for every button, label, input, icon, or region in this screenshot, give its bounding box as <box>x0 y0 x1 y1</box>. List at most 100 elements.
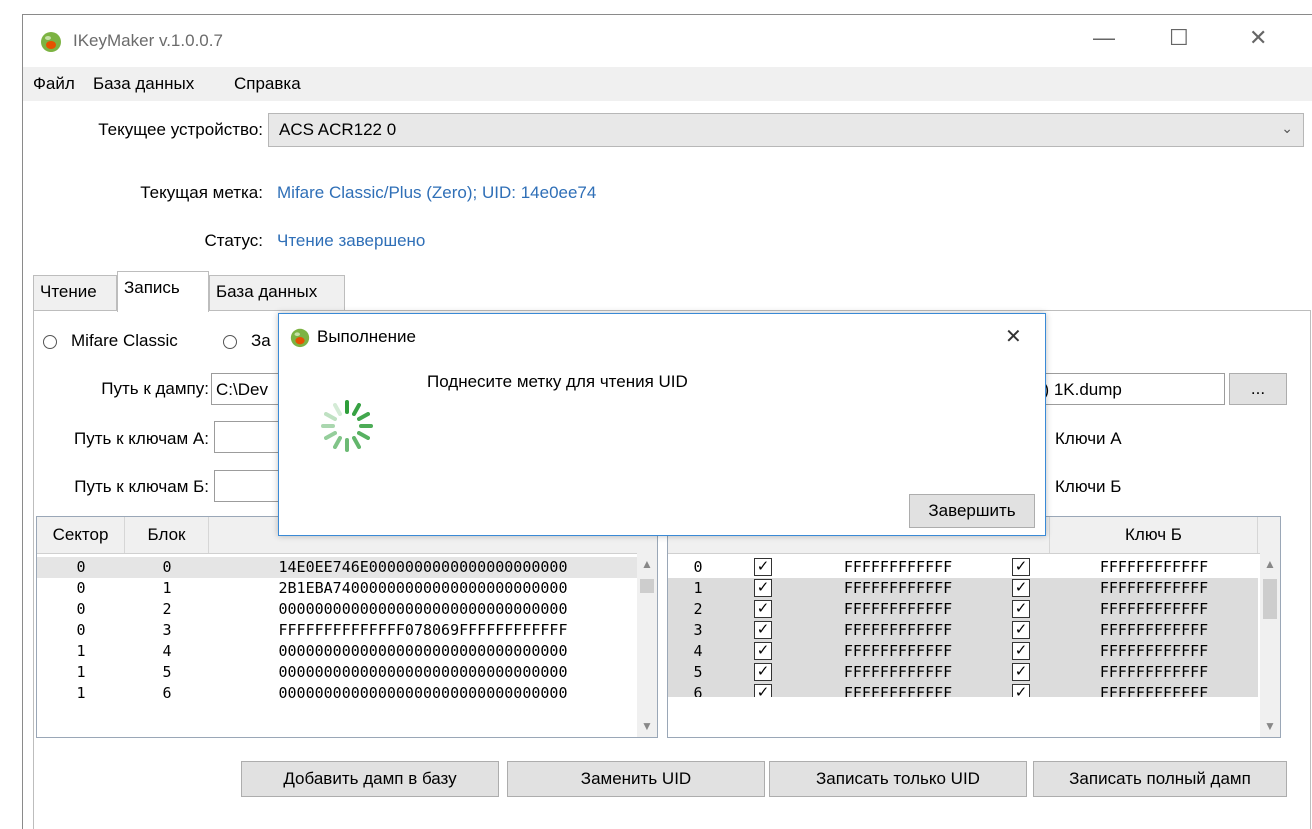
key-b-cell: FFFFFFFFFFFF <box>1099 558 1209 576</box>
keys-table-scrollbar[interactable]: ▲ ▼ <box>1260 553 1280 737</box>
sector-cell: 1 <box>76 663 86 681</box>
data-cell: 00000000000000000000000000000000 <box>278 684 568 702</box>
key-b-checkbox[interactable]: ✓ <box>1012 600 1030 618</box>
menu-file[interactable]: Файл <box>33 74 75 94</box>
replace-uid-button[interactable]: Заменить UID <box>507 761 765 797</box>
finish-button[interactable]: Завершить <box>909 494 1035 528</box>
table-row[interactable]: 0 ✓ FFFFFFFFFFFF ✓ FFFFFFFFFFFF <box>668 557 1258 578</box>
add-dump-to-db-button[interactable]: Добавить дамп в базу <box>241 761 499 797</box>
key-a-cell: FFFFFFFFFFFF <box>843 642 953 660</box>
dialog-logo-icon <box>290 328 310 348</box>
key-b-checkbox[interactable]: ✓ <box>1012 642 1030 660</box>
key-b-checkbox[interactable]: ✓ <box>1012 684 1030 697</box>
loading-spinner-icon <box>321 400 373 452</box>
title-bar[interactable]: IKeyMaker v.1.0.0.7 — ☐ ✕ <box>23 15 1312 67</box>
key-b-checkbox[interactable]: ✓ <box>1012 663 1030 681</box>
key-a-checkbox[interactable]: ✓ <box>754 642 772 660</box>
key-a-cell: FFFFFFFFFFFF <box>843 621 953 639</box>
maximize-button[interactable]: ☐ <box>1169 25 1189 51</box>
key-b-checkbox[interactable]: ✓ <box>1012 621 1030 639</box>
table-row[interactable]: 0 0 14E0EE746E0000000000000000000000 <box>37 557 637 578</box>
scroll-down-icon[interactable]: ▼ <box>1264 719 1276 733</box>
keys-a-checkbox-label[interactable]: Ключи А <box>1055 429 1122 449</box>
table-row[interactable]: 1 4 00000000000000000000000000000000 <box>37 641 637 662</box>
browse-dump-button[interactable]: ... <box>1229 373 1287 405</box>
scroll-thumb[interactable] <box>1263 579 1277 619</box>
key-a-checkbox[interactable]: ✓ <box>754 663 772 681</box>
table-row[interactable]: 1 6 00000000000000000000000000000000 <box>37 683 637 704</box>
key-b-cell: FFFFFFFFFFFF <box>1099 684 1209 697</box>
key-b-cell: FFFFFFFFFFFF <box>1099 579 1209 597</box>
radio-mifare-classic[interactable] <box>43 335 57 349</box>
menu-database[interactable]: База данных <box>93 74 194 94</box>
blocks-table-scrollbar[interactable]: ▲ ▼ <box>637 553 657 737</box>
sector-cell: 1 <box>76 642 86 660</box>
block-cell: 1 <box>162 579 172 597</box>
scroll-down-icon[interactable]: ▼ <box>641 719 653 733</box>
key-a-checkbox[interactable]: ✓ <box>754 621 772 639</box>
dump-path-value-left: C:\Dev <box>216 380 268 399</box>
key-a-checkbox[interactable]: ✓ <box>754 684 772 697</box>
key-a-cell: FFFFFFFFFFFF <box>843 684 953 697</box>
device-label: Текущее устройство: <box>98 120 263 139</box>
table-row[interactable]: 6 ✓ FFFFFFFFFFFF ✓ FFFFFFFFFFFF <box>668 683 1258 697</box>
dialog-close-icon[interactable]: ✕ <box>1005 324 1022 349</box>
key-b-checkbox[interactable]: ✓ <box>1012 579 1030 597</box>
scroll-up-icon[interactable]: ▲ <box>1264 557 1276 571</box>
key-a-checkbox[interactable]: ✓ <box>754 600 772 618</box>
sector-cell: 0 <box>693 558 703 576</box>
data-cell: 2B1EBA74000000000000000000000000 <box>278 579 568 597</box>
sector-cell: 3 <box>693 621 703 639</box>
table-row[interactable]: 2 ✓ FFFFFFFFFFFF ✓ FFFFFFFFFFFF <box>668 599 1258 620</box>
blocks-table[interactable]: Сектор Блок 0 0 14E0EE746E00000000000000… <box>36 516 658 738</box>
scroll-up-icon[interactable]: ▲ <box>641 557 653 571</box>
sector-cell: 0 <box>76 579 86 597</box>
key-b-cell: FFFFFFFFFFFF <box>1099 600 1209 618</box>
app-logo-icon <box>41 32 61 52</box>
block-cell: 2 <box>162 600 172 618</box>
key-b-cell: FFFFFFFFFFFF <box>1099 663 1209 681</box>
dump-path-value-right: 5) 1K.dump <box>1034 380 1122 399</box>
table-row[interactable]: 0 2 00000000000000000000000000000000 <box>37 599 637 620</box>
key-a-checkbox[interactable]: ✓ <box>754 558 772 576</box>
table-row[interactable]: 3 ✓ FFFFFFFFFFFF ✓ FFFFFFFFFFFF <box>668 620 1258 641</box>
menu-help[interactable]: Справка <box>234 74 301 94</box>
radio-option-2[interactable] <box>223 335 237 349</box>
sector-cell: 0 <box>76 621 86 639</box>
keys-table[interactable]: Ключ Б 0 ✓ FFFFFFFFFFFF ✓ FFFFFFFFFFFF 1… <box>667 516 1281 738</box>
tab-read[interactable]: Чтение <box>33 275 117 311</box>
key-b-checkbox[interactable]: ✓ <box>1012 558 1030 576</box>
write-full-dump-button[interactable]: Записать полный дамп <box>1033 761 1287 797</box>
key-a-checkbox[interactable]: ✓ <box>754 579 772 597</box>
minimize-button[interactable]: — <box>1093 25 1115 51</box>
column-header-block[interactable]: Блок <box>125 517 209 553</box>
block-cell: 4 <box>162 642 172 660</box>
data-cell: FFFFFFFFFFFFFF078069FFFFFFFFFFFF <box>278 621 568 639</box>
table-row[interactable]: 5 ✓ FFFFFFFFFFFF ✓ FFFFFFFFFFFF <box>668 662 1258 683</box>
tab-write[interactable]: Запись <box>117 271 209 312</box>
block-cell: 3 <box>162 621 172 639</box>
write-uid-only-button[interactable]: Записать только UID <box>769 761 1027 797</box>
close-button[interactable]: ✕ <box>1249 25 1267 51</box>
column-header-key-b[interactable]: Ключ Б <box>1050 517 1258 553</box>
sector-cell: 2 <box>693 600 703 618</box>
radio-mifare-classic-label: Mifare Classic <box>71 331 178 350</box>
status-label: Статус: <box>204 231 263 250</box>
data-cell: 00000000000000000000000000000000 <box>278 642 568 660</box>
dialog-message: Поднесите метку для чтения UID <box>427 372 688 391</box>
table-row[interactable]: 1 ✓ FFFFFFFFFFFF ✓ FFFFFFFFFFFF <box>668 578 1258 599</box>
table-row[interactable]: 0 3 FFFFFFFFFFFFFF078069FFFFFFFFFFFF <box>37 620 637 641</box>
sector-cell: 4 <box>693 642 703 660</box>
sector-cell: 0 <box>76 600 86 618</box>
scroll-thumb[interactable] <box>640 579 654 593</box>
device-select[interactable]: ACS ACR122 0 ⌄ <box>268 113 1304 147</box>
dump-path-label: Путь к дампу: <box>101 379 209 398</box>
table-row[interactable]: 1 5 00000000000000000000000000000000 <box>37 662 637 683</box>
column-header-sector[interactable]: Сектор <box>37 517 125 553</box>
tab-database[interactable]: База данных <box>209 275 345 311</box>
table-row[interactable]: 0 1 2B1EBA74000000000000000000000000 <box>37 578 637 599</box>
tag-label: Текущая метка: <box>140 183 263 202</box>
key-a-cell: FFFFFFFFFFFF <box>843 600 953 618</box>
table-row[interactable]: 4 ✓ FFFFFFFFFFFF ✓ FFFFFFFFFFFF <box>668 641 1258 662</box>
keys-b-checkbox-label[interactable]: Ключи Б <box>1055 477 1121 497</box>
